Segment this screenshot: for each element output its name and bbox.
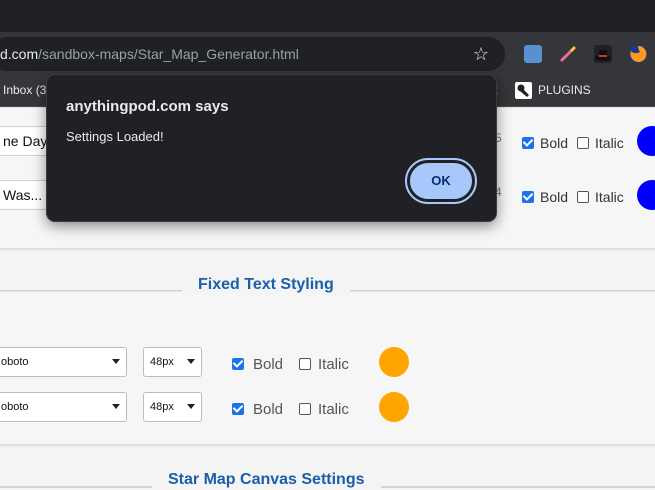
font-select-2[interactable]: oboto xyxy=(0,392,127,422)
plugins-bookmark-icon xyxy=(515,82,532,99)
size-select-1[interactable]: 48px xyxy=(143,347,202,377)
bold-label-2: Bold xyxy=(540,189,569,205)
canvas-settings-section-title: Star Map Canvas Settings xyxy=(152,471,381,489)
bold-checkbox-1[interactable] xyxy=(522,137,534,149)
size-select-2-value: 48px xyxy=(150,401,174,413)
chevron-down-icon xyxy=(112,404,120,409)
bold-label-1: Bold xyxy=(540,135,569,151)
tab-strip xyxy=(0,0,655,32)
italic-label-2: Italic xyxy=(595,189,624,205)
star-icon[interactable]: ☆ xyxy=(470,43,492,65)
fixed-bold-label-1: Bold xyxy=(253,356,284,373)
fixed-color-swatch-1[interactable] xyxy=(379,347,409,377)
italic-label-1: Italic xyxy=(595,135,624,151)
font-select-2-value: oboto xyxy=(1,401,29,413)
fixed-bold-checkbox-1[interactable] xyxy=(232,358,244,370)
fixed-italic-label-1: Italic xyxy=(318,356,349,373)
chevron-down-icon xyxy=(187,404,195,409)
extension-hat-icon[interactable] xyxy=(594,45,612,63)
fixed-italic-label-2: Italic xyxy=(318,401,349,418)
bold-checkbox-2[interactable] xyxy=(522,191,534,203)
extension-pen-icon[interactable] xyxy=(559,45,577,63)
dialog-title: anythingpod.com says xyxy=(66,98,229,115)
extension-firefox-icon[interactable] xyxy=(629,45,647,63)
custom-text-input-2[interactable]: Was... xyxy=(0,180,48,210)
fixed-text-section-title-label: Fixed Text Styling xyxy=(182,276,350,294)
url-text[interactable]: d.com/sandbox-maps/Star_Map_Generator.ht… xyxy=(0,46,299,62)
chevron-down-icon xyxy=(187,359,195,364)
ok-button[interactable]: OK xyxy=(405,158,477,204)
font-select-1-value: oboto xyxy=(1,356,29,368)
italic-checkbox-2[interactable] xyxy=(577,191,589,203)
italic-checkbox-1[interactable] xyxy=(577,137,589,149)
chevron-down-icon xyxy=(112,359,120,364)
fixed-bold-checkbox-2[interactable] xyxy=(232,403,244,415)
fixed-bold-label-2: Bold xyxy=(253,401,284,418)
fixed-color-swatch-2[interactable] xyxy=(379,392,409,422)
fixed-italic-checkbox-2[interactable] xyxy=(299,403,311,415)
font-select-1[interactable]: oboto xyxy=(0,347,127,377)
size-select-2[interactable]: 48px xyxy=(143,392,202,422)
url-domain: d.com xyxy=(0,46,39,62)
url-path: /sandbox-maps/Star_Map_Generator.html xyxy=(38,46,299,62)
size-select-1-value: 48px xyxy=(150,356,174,368)
extension-image-icon[interactable] xyxy=(524,45,542,63)
dialog-message: Settings Loaded! xyxy=(66,129,164,144)
bookmark-inbox[interactable]: Inbox (3 xyxy=(3,83,46,97)
fixed-italic-checkbox-1[interactable] xyxy=(299,358,311,370)
bookmark-plugins[interactable]: PLUGINS xyxy=(538,83,591,97)
